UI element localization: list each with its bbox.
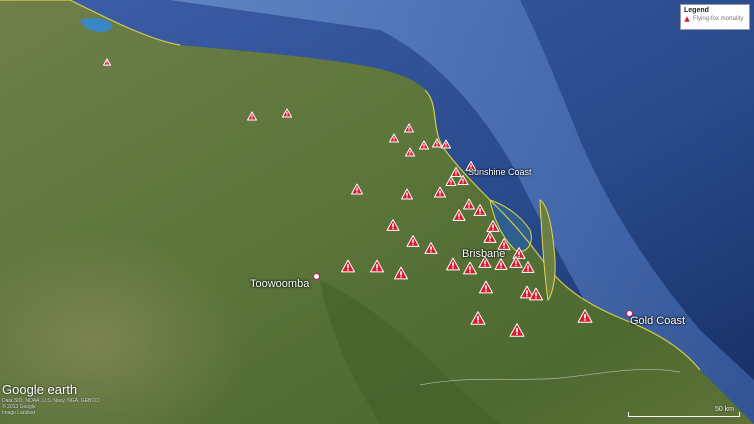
warning-triangle-icon xyxy=(684,16,690,22)
sunshine-coast-label: Sunshine Coast xyxy=(468,167,532,177)
google-earth-logo: Google earth xyxy=(2,382,78,397)
toowoomba-dot xyxy=(313,273,320,280)
satellite-map[interactable] xyxy=(0,0,754,424)
legend-item-label: Flying-fox mortality xyxy=(693,16,744,22)
gold-coast-label: Gold Coast xyxy=(630,315,686,327)
scale-bar: 50 km xyxy=(628,406,740,418)
legend-item: Flying-fox mortality xyxy=(684,16,746,22)
brisbane-label: Brisbane xyxy=(462,248,506,260)
legend: Legend Flying-fox mortality xyxy=(680,4,750,30)
credit-line: Image Landsat xyxy=(2,410,36,416)
scale-label: 50 km xyxy=(714,406,734,413)
toowoomba-label: Toowoomba xyxy=(250,278,310,290)
image-credits: Data SIO, NOAA, U.S. Navy, NGA, GEBCO © … xyxy=(2,398,99,416)
legend-title: Legend xyxy=(684,7,709,14)
